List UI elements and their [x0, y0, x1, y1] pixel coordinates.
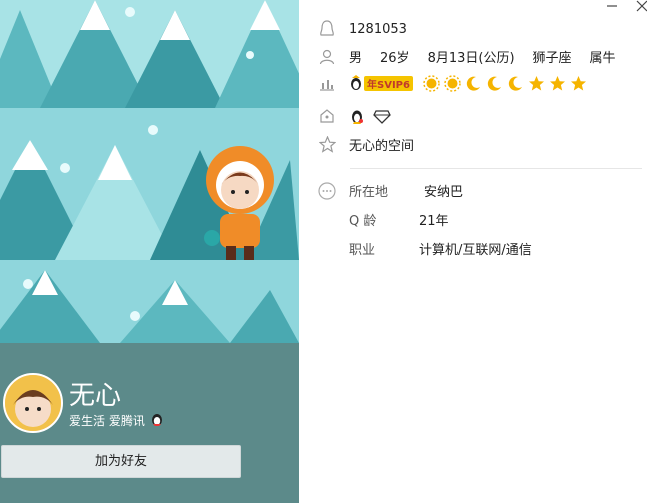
basic-info-row: 男 26岁 8月13日(公历) 狮子座 属牛: [318, 47, 616, 66]
close-icon[interactable]: [636, 0, 647, 16]
location-value: 安纳巴: [424, 185, 464, 200]
divider: [350, 168, 642, 169]
svip-badge[interactable]: 年SVIP6: [349, 75, 413, 91]
moon-icon: [466, 76, 480, 91]
signature-text: 爱生活 爱腾讯: [69, 414, 145, 428]
star-icon: [570, 75, 586, 90]
constellation: 狮子座: [532, 51, 572, 66]
penguin-crown-icon[interactable]: [349, 107, 365, 125]
privilege-row: [318, 107, 395, 125]
nickname: 无心: [69, 381, 122, 411]
minimize-icon[interactable]: [606, 0, 618, 16]
moon-icon: [487, 76, 501, 91]
qq-age-label: Q 龄: [349, 214, 377, 229]
svip-label: 年SVIP6: [364, 75, 413, 91]
qq-number-row: 1281053: [318, 20, 407, 38]
penguin-badge-icon[interactable]: [149, 411, 165, 430]
sun-icon: [444, 74, 461, 92]
level-chart-icon: [318, 74, 336, 92]
gender: 男: [349, 51, 363, 66]
person-icon: [318, 48, 336, 66]
occupation-row: 职业 计算机/互联网/通信: [349, 239, 532, 258]
home-icon: [318, 107, 336, 125]
add-friend-button[interactable]: 加为好友: [1, 445, 241, 478]
qzone-row[interactable]: 无心的空间: [318, 135, 414, 154]
level-row: 年SVIP6: [318, 74, 587, 92]
profile-summary: 无心 爱生活 爱腾讯 加为好友: [0, 343, 299, 503]
penguin-outline-icon: [318, 20, 336, 38]
qq-age-row: Q 龄 21年: [349, 210, 449, 229]
occupation-label: 职业: [349, 243, 376, 258]
qq-age-value: 21年: [419, 214, 449, 229]
occupation-value: 计算机/互联网/通信: [419, 243, 532, 258]
sun-icon: [423, 74, 440, 92]
star-icon: [549, 75, 565, 90]
moon-icon: [508, 76, 522, 91]
star-icon: [528, 75, 544, 90]
qq-level-icons: [423, 74, 587, 92]
qzone-link[interactable]: 无心的空间: [349, 135, 414, 154]
signature-row: 爱生活 爱腾讯: [69, 411, 165, 430]
birthday: 8月13日(公历): [427, 51, 515, 66]
svip-penguin-icon: [351, 75, 361, 90]
location-row: 所在地 安纳巴: [318, 181, 463, 200]
qq-number: 1281053: [349, 21, 407, 37]
zodiac: 属牛: [589, 51, 616, 66]
star-outline-icon: [318, 136, 336, 154]
profile-cover-panel: 无心 爱生活 爱腾讯 加为好友: [0, 0, 299, 503]
avatar[interactable]: [3, 373, 63, 433]
child-portrait-image: [5, 375, 61, 431]
location-label: 所在地: [349, 185, 389, 200]
age: 26岁: [380, 51, 410, 66]
more-icon: [318, 181, 336, 200]
diamond-icon[interactable]: [373, 108, 391, 124]
winter-cover-illustration: [0, 0, 299, 343]
